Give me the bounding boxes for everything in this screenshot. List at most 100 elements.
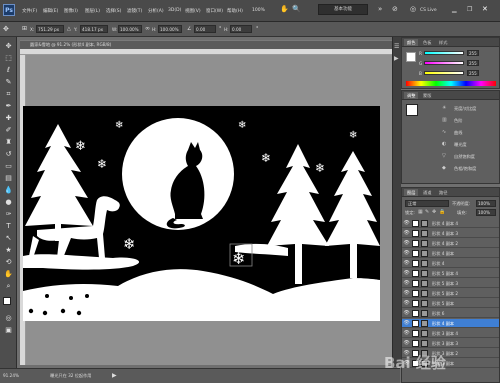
- tab-layers[interactable]: 图层: [404, 189, 419, 196]
- layer-row[interactable]: 👁 形状 5 副本 3: [402, 279, 499, 288]
- layer-row[interactable]: 👁 形状 5 副本 2: [402, 289, 499, 298]
- brush-tool-icon[interactable]: ✐: [3, 125, 14, 136]
- screen-mode-icon[interactable]: ▣: [3, 325, 14, 336]
- quick-select-tool-icon[interactable]: ✎: [3, 77, 14, 88]
- gradient-tool-icon[interactable]: ▤: [3, 173, 14, 184]
- quick-mask-icon[interactable]: ◎: [3, 313, 14, 324]
- path-select-tool-icon[interactable]: ↖: [3, 233, 14, 244]
- x-field[interactable]: 751.29 px: [36, 25, 64, 33]
- brightness-icon[interactable]: ☀: [442, 105, 446, 111]
- 3d-rotate-tool-icon[interactable]: ⟲: [3, 257, 14, 268]
- foreground-color-swatch[interactable]: [3, 297, 11, 305]
- visibility-eye-icon[interactable]: 👁: [403, 260, 410, 267]
- restore-icon[interactable]: ❐: [467, 6, 472, 13]
- reference-point-icon[interactable]: ⊞: [22, 25, 27, 32]
- zoom-tool-icon[interactable]: 🔍: [292, 5, 301, 13]
- tab-channels[interactable]: 通道: [420, 189, 434, 196]
- move-icon[interactable]: ✥: [3, 25, 9, 33]
- document-tab[interactable]: 圆家&雪地 @ 91.2% (形状4 副本, RGB/8): [20, 40, 392, 49]
- blend-mode-select[interactable]: 正常: [405, 200, 449, 207]
- y-field[interactable]: 418.17 px: [80, 25, 108, 33]
- menu-filter[interactable]: 滤镜(T): [127, 8, 142, 14]
- layer-row[interactable]: 👁 形状 4 副本: [402, 319, 499, 328]
- clone-stamp-tool-icon[interactable]: ♜: [3, 137, 14, 148]
- adj-levels[interactable]: 色阶: [454, 118, 462, 124]
- layer-row[interactable]: 👁 形状 5 副本 4: [402, 269, 499, 278]
- angle-field[interactable]: 0.00: [194, 25, 216, 33]
- layer-row[interactable]: 👁 形状 4 副本: [402, 249, 499, 258]
- layer-row[interactable]: 👁 形状 4: [402, 259, 499, 268]
- dodge-tool-icon[interactable]: ●: [3, 197, 14, 208]
- b-value[interactable]: 255: [467, 70, 479, 76]
- menu-help[interactable]: 帮助(H): [227, 8, 243, 14]
- blur-tool-icon[interactable]: 💧: [3, 185, 14, 196]
- status-zoom[interactable]: 91.24%: [3, 373, 19, 378]
- tab-swatches[interactable]: 色板: [420, 39, 434, 46]
- type-tool-icon[interactable]: T: [3, 221, 14, 232]
- adj-vibrance[interactable]: 自然饱和度: [454, 154, 475, 160]
- eyedropper-tool-icon[interactable]: ✒: [3, 101, 14, 112]
- history-panel-icon[interactable]: ☰: [394, 43, 399, 50]
- menu-select[interactable]: 选择(S): [106, 8, 121, 14]
- status-arrow-icon[interactable]: ▶: [112, 372, 117, 379]
- b-slider[interactable]: [424, 71, 464, 75]
- crop-tool-icon[interactable]: ⌗: [3, 89, 14, 100]
- workspace-switcher[interactable]: 基本功能: [318, 4, 368, 15]
- snowflake-selected[interactable]: ❄: [232, 249, 245, 268]
- menu-file[interactable]: 文件(F): [22, 8, 37, 14]
- lasso-tool-icon[interactable]: ℓ: [3, 65, 14, 76]
- menu-view[interactable]: 视图(V): [185, 8, 201, 14]
- menu-layer[interactable]: 图层(L): [85, 8, 100, 14]
- zoom-level[interactable]: 100%: [252, 8, 265, 13]
- menu-image[interactable]: 图像(I): [64, 8, 78, 14]
- expand-icon[interactable]: »: [378, 5, 382, 13]
- tab-paths[interactable]: 路径: [436, 189, 450, 196]
- menu-edit[interactable]: 编辑(E): [43, 8, 58, 14]
- g-value[interactable]: 255: [467, 60, 479, 66]
- layer-row[interactable]: 👁 形状 3 副本 3: [402, 339, 499, 348]
- visibility-eye-icon[interactable]: 👁: [403, 270, 410, 277]
- adj-brightness-contrast[interactable]: 亮度/对比度: [454, 106, 476, 112]
- adj-exposure[interactable]: 曝光度: [454, 142, 467, 148]
- color-fg-swatch[interactable]: [406, 52, 416, 62]
- levels-icon[interactable]: ▥: [442, 117, 447, 123]
- h-skew-field[interactable]: 0.00: [230, 25, 252, 33]
- layer-row[interactable]: 👁 形状 4 副本 3: [402, 229, 499, 238]
- hand-icon[interactable]: ✋: [280, 5, 289, 13]
- visibility-eye-icon[interactable]: 👁: [403, 300, 410, 307]
- tab-adjustments[interactable]: 调整: [404, 92, 419, 99]
- height-field[interactable]: 100.00%: [158, 25, 182, 33]
- tab-styles[interactable]: 样式: [436, 39, 450, 46]
- healing-brush-tool-icon[interactable]: ✚: [3, 113, 14, 124]
- visibility-eye-icon[interactable]: 👁: [403, 250, 410, 257]
- lock-transparent-icon[interactable]: ▦: [418, 209, 423, 215]
- hue-icon[interactable]: ◆: [442, 165, 446, 171]
- zoom-tool-icon[interactable]: ⌕: [3, 281, 14, 292]
- visibility-eye-icon[interactable]: 👁: [403, 280, 410, 287]
- close-icon[interactable]: ✕: [482, 5, 488, 13]
- visibility-eye-icon[interactable]: 👁: [403, 290, 410, 297]
- r-value[interactable]: 255: [467, 50, 479, 56]
- visibility-eye-icon[interactable]: 👁: [403, 240, 410, 247]
- layer-row[interactable]: 👁 形状 6: [402, 309, 499, 318]
- vibrance-icon[interactable]: ▽: [442, 153, 446, 159]
- r-slider[interactable]: [424, 51, 464, 55]
- visibility-eye-icon[interactable]: 👁: [403, 230, 410, 237]
- exposure-icon[interactable]: ◐: [442, 141, 446, 147]
- eraser-tool-icon[interactable]: ▭: [3, 161, 14, 172]
- tab-masks[interactable]: 蒙版: [420, 92, 434, 99]
- visibility-eye-icon[interactable]: 👁: [403, 220, 410, 227]
- color-spectrum-bar[interactable]: [406, 81, 496, 86]
- link-icon[interactable]: ∞: [145, 25, 150, 32]
- width-field[interactable]: 100.00%: [118, 25, 142, 33]
- minimize-icon[interactable]: ▁: [452, 6, 457, 13]
- marquee-tool-icon[interactable]: ⬚: [3, 53, 14, 64]
- g-slider[interactable]: [424, 61, 464, 65]
- visibility-eye-icon[interactable]: 👁: [403, 340, 410, 347]
- menu-window[interactable]: 窗口(W): [206, 8, 223, 14]
- lock-pixels-icon[interactable]: ✎: [425, 209, 429, 215]
- no-entry-icon[interactable]: ⊘: [392, 5, 398, 13]
- cslive-label[interactable]: CS Live: [420, 8, 437, 13]
- visibility-eye-icon[interactable]: 👁: [403, 310, 410, 317]
- cslive-icon[interactable]: ◎: [410, 5, 416, 13]
